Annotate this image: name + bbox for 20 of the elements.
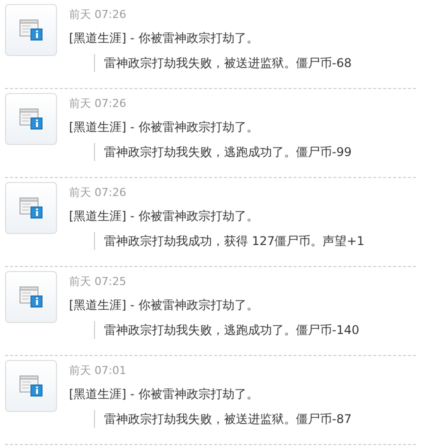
entry-time: 前天 07:26 <box>69 8 128 22</box>
entry-detail: 雷神政宗打劫我失败，逃跑成功了。僵尸币-99 <box>94 143 352 161</box>
info-window-icon <box>19 107 43 131</box>
entry-title: [黑道生涯] - 你被雷神政宗打劫了。 <box>69 386 260 402</box>
entry-detail: 雷神政宗打劫我失败，逃跑成功了。僵尸币-140 <box>94 321 360 339</box>
entry-detail: 雷神政宗打劫我失败，被送进监狱。僵尸币-68 <box>94 54 352 72</box>
entry-time: 前天 07:26 <box>69 186 128 200</box>
entry-title: [黑道生涯] - 你被雷神政宗打劫了。 <box>69 30 260 46</box>
entry-time: 前天 07:01 <box>69 364 128 378</box>
info-window-icon <box>19 196 43 220</box>
entry-title: [黑道生涯] - 你被雷神政宗打劫了。 <box>69 119 260 135</box>
info-window-icon <box>19 285 43 309</box>
entry-time: 前天 07:26 <box>69 97 128 111</box>
entry-time: 前天 07:25 <box>69 275 128 289</box>
entry-title: [黑道生涯] - 你被雷神政宗打劫了。 <box>69 297 260 313</box>
info-window-icon <box>19 18 43 42</box>
info-window-icon <box>19 374 43 398</box>
entry-detail: 雷神政宗打劫我成功，获得 127僵尸币。声望+1 <box>94 232 364 250</box>
entry-detail: 雷神政宗打劫我失败，被送进监狱。僵尸币-87 <box>94 410 352 428</box>
entry-title: [黑道生涯] - 你被雷神政宗打劫了。 <box>69 208 260 224</box>
